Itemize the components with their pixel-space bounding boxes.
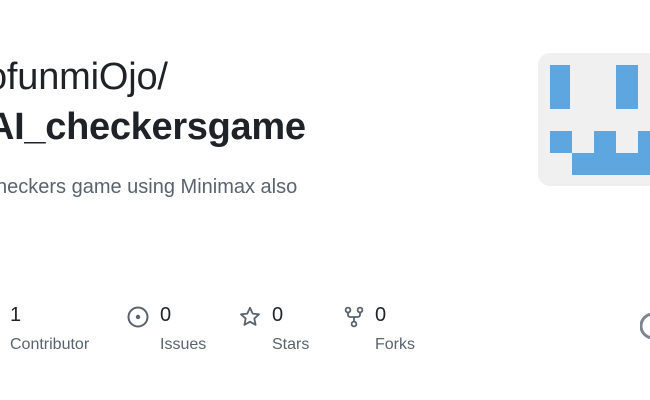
identicon-icon (550, 65, 650, 175)
fork-icon (343, 306, 365, 328)
star-icon (239, 306, 261, 328)
stat-stars-value: 0 (272, 304, 284, 326)
owner-avatar[interactable] (538, 53, 650, 186)
stat-stars-label: Stars (272, 336, 310, 353)
issue-icon (127, 306, 149, 328)
stat-contributors-value: 1 (10, 304, 22, 326)
stat-issues-value: 0 (160, 304, 172, 326)
repo-name[interactable]: AI_checkersgame (0, 106, 306, 149)
stat-forks-value: 0 (375, 304, 387, 326)
github-logo-icon (639, 311, 650, 341)
repo-owner[interactable]: ofunmiOjo/ (0, 56, 168, 99)
stat-contributors-label: Contributor (10, 336, 90, 353)
stat-issues-label: Issues (160, 336, 207, 353)
repo-description: checkers game using Minimax also (0, 176, 298, 198)
stat-forks-label: Forks (375, 336, 415, 353)
